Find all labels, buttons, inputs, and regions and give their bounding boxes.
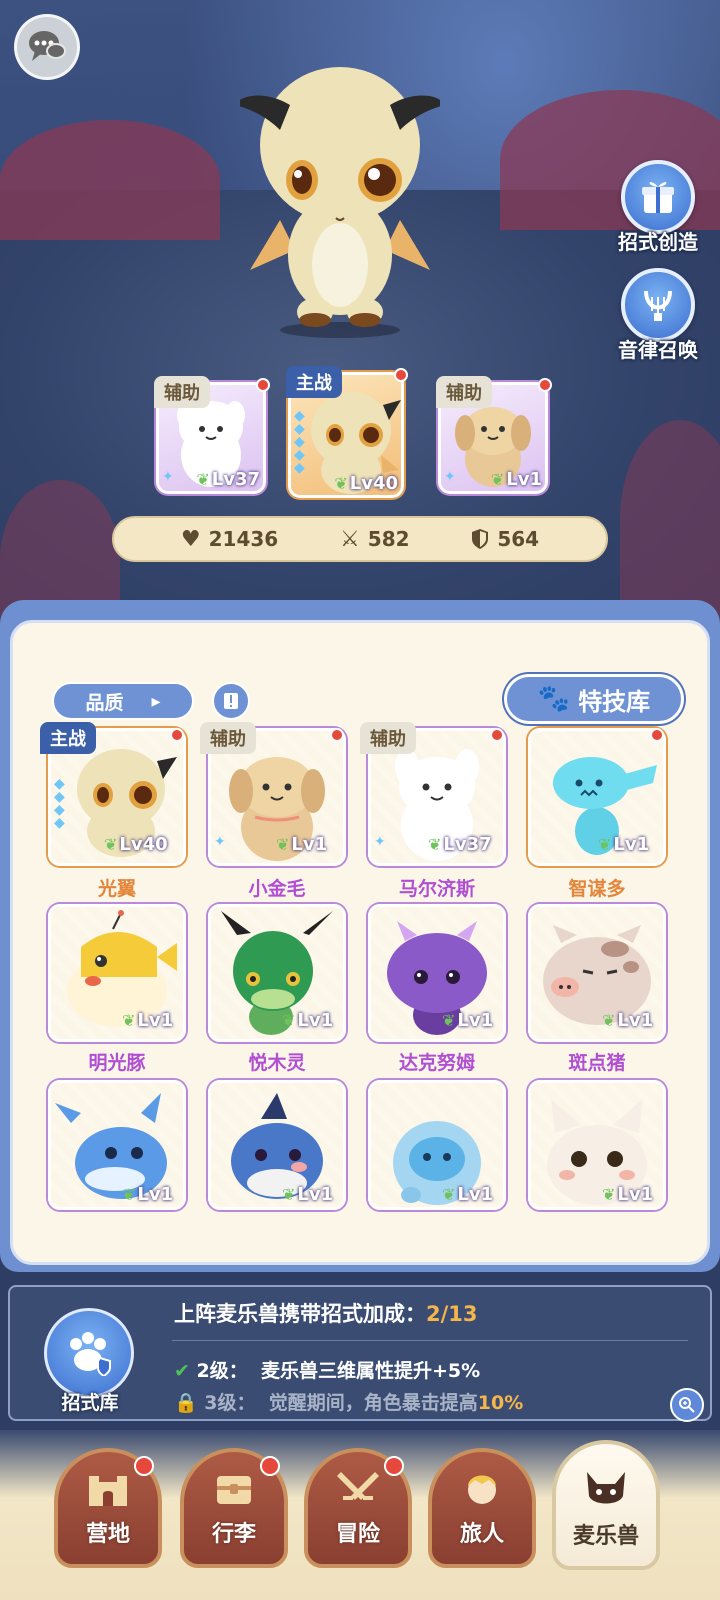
notification-dot — [384, 1456, 404, 1476]
notification-dot — [490, 728, 504, 742]
skill-library-label: 特技库 — [578, 687, 651, 716]
pet-level: ❦ Lv1 — [598, 834, 650, 855]
scene-foliage — [0, 120, 220, 240]
pet-level: ❦ Lv1 — [122, 1184, 174, 1205]
team-slot-level: ❦ Lv37 — [196, 469, 260, 490]
pet-level: ❦ Lv1 — [276, 834, 328, 855]
notification-dot — [256, 378, 270, 392]
cat-head-icon — [587, 1472, 625, 1504]
notification-dot — [134, 1456, 154, 1476]
notification-dot — [170, 728, 184, 742]
rhythm-summon-button[interactable]: 音律召唤 — [608, 268, 708, 363]
move-create-label: 招式创造 — [618, 230, 698, 254]
pet-level: ❦ Lv1 — [282, 1010, 334, 1031]
team-stats-bar: ♥ 21436 ⚔ 582 564 — [112, 516, 608, 562]
bonus-progress: 2/13 — [426, 1302, 478, 1326]
pet-name: 达克努姆 — [398, 1052, 475, 1074]
bonus-title: 上阵麦乐兽携带招式加成：2/13 — [174, 1302, 478, 1326]
divider — [172, 1340, 688, 1341]
pet-tag-support: 辅助 — [360, 722, 416, 754]
move-create-button[interactable]: 招式创造 — [608, 160, 708, 255]
chat-icon — [29, 31, 66, 61]
check-icon: ✔ — [174, 1360, 190, 1382]
heart-icon: ♥ — [180, 526, 201, 552]
lock-icon: 🔒 — [174, 1392, 198, 1414]
pet-name: 光翼 — [97, 878, 136, 900]
notification-dot — [538, 378, 552, 392]
defense-value: 564 — [497, 527, 540, 551]
pet-level: ❦ Lv1 — [602, 1010, 654, 1031]
attack-value: 582 — [367, 527, 410, 551]
pet-name: 马尔济斯 — [398, 878, 475, 900]
character-head-icon — [468, 1475, 496, 1504]
castle-icon — [89, 1476, 127, 1506]
paw-shield-icon — [70, 1332, 111, 1376]
pet-name: 小金毛 — [248, 878, 306, 900]
lyre-icon — [644, 290, 672, 321]
shield-icon — [472, 529, 489, 549]
hp-stat: ♥ 21436 — [181, 527, 278, 552]
notification-dot — [394, 368, 408, 382]
team-slot-support-1[interactable]: 辅助 ✦ ❦ Lv37 — [154, 376, 270, 494]
chest-icon — [217, 1476, 251, 1504]
notification-dot — [650, 728, 664, 742]
pet-name: 斑点猪 — [568, 1052, 626, 1074]
attack-stat: ⚔ 582 — [340, 527, 409, 552]
paw-icon: 🐾 — [537, 684, 571, 714]
team-slot-tag: 辅助 — [436, 376, 492, 408]
star-diamond-icon: ✦ — [214, 834, 226, 850]
notification-dot — [330, 728, 344, 742]
music-gift-icon — [642, 182, 674, 213]
notification-dot — [260, 1456, 280, 1476]
pet-level: ❦ Lv1 — [442, 1184, 494, 1205]
pet-level: ❦ Lv37 — [428, 834, 492, 855]
pet-level: ❦ Lv1 — [282, 1184, 334, 1205]
crossed-swords-icon — [337, 1472, 379, 1500]
star-diamond-icon: ✦ — [444, 469, 456, 485]
star-diamond-icon: ✦ — [162, 469, 174, 485]
chat-button[interactable] — [14, 14, 80, 80]
bonus-line-level2: ✔ 2级： 麦乐兽三维属性提升+5% — [174, 1360, 481, 1382]
pet-level: ❦ Lv1 — [442, 1010, 494, 1031]
quality-filter-button[interactable]: 品质 ▸ — [52, 682, 194, 720]
crossed-swords-icon: ⚔ — [340, 526, 360, 552]
nav-tab-luggage[interactable]: 行李 — [180, 1448, 288, 1568]
main-pet-dragon[interactable] — [240, 50, 440, 340]
star-diamond-icon: ◆ ◆ ◆ ◆ ◆ — [294, 408, 305, 476]
zoom-detail-button[interactable] — [670, 1388, 704, 1422]
team-slot-main[interactable]: 主战 ◆ ◆ ◆ ◆ ◆ ❦ Lv40 — [286, 366, 408, 498]
nav-tab-traveler[interactable]: 旅人 — [428, 1448, 536, 1568]
handbook-button[interactable] — [212, 682, 250, 720]
book-icon — [224, 693, 238, 709]
pet-tag-main: 主战 — [40, 722, 96, 754]
pet-name: 明光豚 — [88, 1052, 146, 1074]
team-slot-tag: 主战 — [286, 366, 342, 398]
team-slot-tag: 辅助 — [154, 376, 210, 408]
pet-level: ❦ Lv1 — [122, 1010, 174, 1031]
pet-tag-support: 辅助 — [200, 722, 256, 754]
team-slot-level: ❦ Lv1 — [490, 469, 542, 490]
pet-name: 智谋多 — [568, 878, 626, 900]
pet-level: ❦ Lv1 — [602, 1184, 654, 1205]
team-slot-support-2[interactable]: 辅助 ✦ ❦ Lv1 — [436, 376, 552, 494]
pet-level: ❦ Lv40 — [104, 834, 168, 855]
star-diamond-icon: ✦ — [374, 834, 386, 850]
move-library-button[interactable] — [44, 1308, 134, 1398]
move-library-label: 招式库 — [61, 1392, 119, 1414]
team-slot-level: ❦ Lv40 — [334, 473, 398, 494]
bonus-line-level3: 🔒 3级： 觉醒期间，角色暴击提高10% — [174, 1392, 524, 1414]
skill-library-button[interactable]: 🐾 特技库 — [504, 674, 684, 724]
nav-tab-melody-beasts[interactable]: 麦乐兽 — [552, 1440, 660, 1570]
pet-name: 悦木灵 — [248, 1052, 306, 1074]
hp-value: 21436 — [208, 527, 279, 551]
nav-tab-adventure[interactable]: 冒险 — [304, 1448, 412, 1568]
quality-filter-label: 品质 — [85, 691, 124, 714]
chevron-right-icon: ▸ — [151, 690, 161, 712]
nav-tab-camp[interactable]: 营地 — [54, 1448, 162, 1568]
star-diamond-icon: ◆ ◆ ◆ ◆ — [54, 776, 65, 831]
magnifier-icon — [679, 1397, 695, 1413]
rhythm-summon-label: 音律召唤 — [618, 338, 698, 362]
defense-stat: 564 — [471, 527, 539, 551]
